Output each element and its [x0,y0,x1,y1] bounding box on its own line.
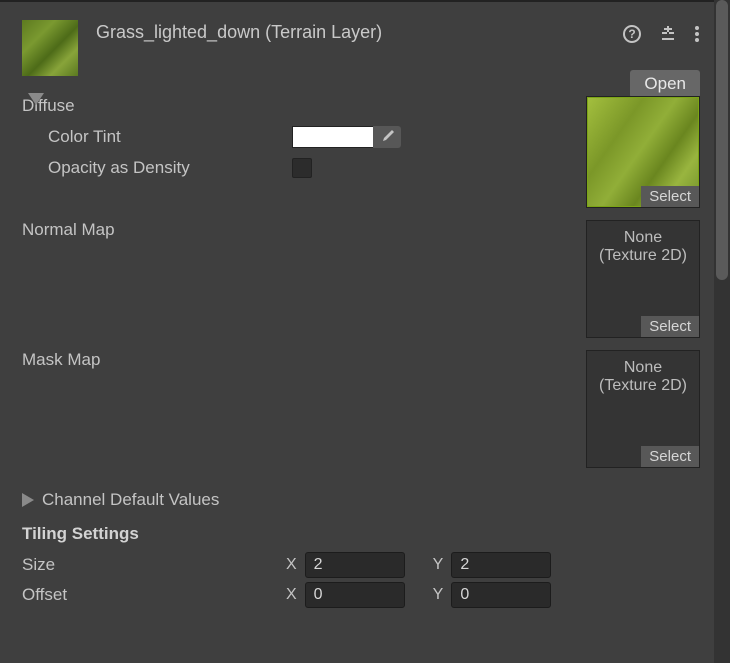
size-label: Size [22,555,286,575]
offset-y-input[interactable] [451,582,551,608]
offset-x-label: X [286,586,297,604]
asset-title: Grass_lighted_down (Terrain Layer) [96,20,622,43]
eyedropper-icon[interactable] [373,126,401,148]
offset-x-input[interactable] [305,582,405,608]
mask-map-section: Mask Map None (Texture 2D) Select [22,350,700,468]
normal-map-texture-slot[interactable]: None (Texture 2D) Select [586,220,700,338]
opacity-density-checkbox[interactable] [292,158,312,178]
size-x-input[interactable] [305,552,405,578]
preset-icon[interactable] [658,24,678,44]
opacity-density-label: Opacity as Density [22,158,292,178]
help-icon[interactable]: ? [622,24,642,44]
inspector-panel: Grass_lighted_down (Terrain Layer) ? Ope… [0,0,714,663]
foldout-arrow-icon [22,493,34,507]
vertical-scrollbar[interactable] [714,0,730,663]
asset-header: Grass_lighted_down (Terrain Layer) ? Ope… [0,2,714,82]
channel-defaults-foldout[interactable]: Channel Default Values [22,490,700,510]
diffuse-texture-slot[interactable]: Select [586,96,700,208]
mask-map-label: Mask Map [22,350,574,370]
menu-icon[interactable] [694,24,700,44]
diffuse-section: Diffuse Color Tint Opacity as Density Se… [22,96,700,208]
normal-map-label: Normal Map [22,220,574,240]
diffuse-select-button[interactable]: Select [641,186,699,207]
normal-map-section: Normal Map None (Texture 2D) Select [22,220,700,338]
scrollbar-thumb[interactable] [716,0,728,280]
offset-y-label: Y [433,586,444,604]
mask-map-select-button[interactable]: Select [641,446,699,467]
svg-text:?: ? [628,27,635,41]
asset-thumbnail [22,20,78,76]
offset-row: Offset X Y [22,582,700,608]
open-button[interactable]: Open [630,70,700,98]
mask-map-texture-slot[interactable]: None (Texture 2D) Select [586,350,700,468]
size-y-input[interactable] [451,552,551,578]
tiling-settings-heading: Tiling Settings [22,524,700,544]
size-y-label: Y [433,556,444,574]
expand-toggle-icon[interactable] [28,92,44,110]
channel-defaults-label: Channel Default Values [42,490,219,510]
diffuse-label: Diffuse [22,96,574,116]
size-row: Size X Y [22,552,700,578]
normal-map-select-button[interactable]: Select [641,316,699,337]
color-tint-label: Color Tint [22,127,292,147]
color-tint-swatch[interactable] [292,126,374,148]
size-x-label: X [286,556,297,574]
offset-label: Offset [22,585,286,605]
